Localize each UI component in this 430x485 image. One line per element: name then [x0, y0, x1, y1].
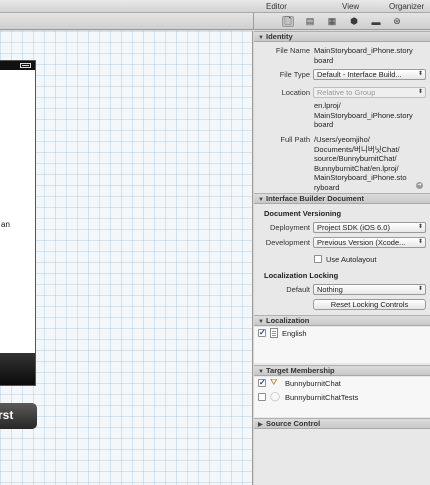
inspector-selector-bar: 🗋 ▤ ▦ ⬢ ▬ ⊛	[0, 13, 430, 30]
popup-arrows-icon: ⬍	[417, 286, 423, 292]
target-item-label: BunnyburnitChat	[285, 379, 341, 388]
divider	[253, 13, 254, 30]
english-checkbox[interactable]: ✓	[258, 329, 266, 337]
disclosure-open-icon: ▼	[258, 35, 264, 41]
disclosure-closed-icon: ▶	[258, 422, 263, 428]
location-label: Location	[281, 88, 310, 97]
location-value: Relative to Group	[317, 89, 376, 97]
file-inspector-icon[interactable]: 🗋	[282, 16, 294, 27]
size-inspector-icon[interactable]: ▬	[370, 16, 382, 27]
file-name-label: File Name	[275, 46, 310, 55]
localization-item-label: English	[282, 329, 307, 338]
localization-header-label: Localization	[266, 316, 310, 325]
disclosure-open-icon: ▼	[258, 369, 264, 375]
location-popup[interactable]: Relative to Group ⬍	[313, 87, 426, 98]
identity-header-label: Identity	[266, 32, 293, 41]
full-path-line: source/BunnyburnitChat/	[314, 154, 397, 163]
test-target-icon: ◯	[270, 391, 281, 401]
document-versioning-label: Document Versioning	[264, 209, 342, 218]
popup-arrows-icon: ⬍	[417, 71, 423, 77]
reset-locking-controls-button[interactable]: Reset Locking Controls	[313, 299, 426, 310]
window-toolbar: Editor View Organizer	[0, 0, 430, 13]
file-name-line: MainStoryboard_iPhone.story	[314, 46, 413, 55]
full-path-line: BunnyburnitChat/en.lproj/	[314, 163, 399, 173]
file-name-value[interactable]: MainStoryboard_iPhone.story board	[314, 46, 413, 65]
development-popup[interactable]: Previous Version (Xcode... ⬍	[313, 237, 426, 248]
localization-list	[254, 327, 430, 363]
iphone-scene[interactable]: an	[0, 60, 36, 386]
full-path-line: Documents/버니버닛Chat/	[314, 144, 400, 154]
full-path-value: /Users/yeomjiho/ Documents/버니버닛Chat/ sou…	[314, 135, 407, 192]
source-control-section-header[interactable]: ▶ Source Control	[254, 418, 430, 429]
popup-arrows-icon: ⬍	[417, 89, 423, 95]
organizer-label: Organizer	[389, 2, 425, 11]
quick-help-icon[interactable]: ▤	[304, 16, 316, 27]
target-membership-section-header[interactable]: ▼ Target Membership	[254, 365, 430, 376]
identity-section-header[interactable]: ▼ Identity	[254, 31, 430, 42]
attributes-inspector-icon[interactable]: ⬢	[348, 16, 360, 27]
full-path-line: ryboard	[314, 182, 340, 192]
full-path-label: Full Path	[280, 135, 310, 144]
target-membership-header-label: Target Membership	[266, 366, 335, 375]
source-control-header-label: Source Control	[266, 419, 321, 428]
file-type-value: Default - Interface Build...	[317, 71, 402, 79]
identity-inspector-icon[interactable]: ▦	[326, 16, 338, 27]
file-type-popup[interactable]: Default - Interface Build... ⬍	[313, 69, 426, 80]
status-bar	[0, 61, 35, 70]
popup-arrows-icon: ⬍	[417, 239, 423, 245]
connections-inspector-icon[interactable]: ⊛	[391, 16, 403, 27]
toolbar-bar	[0, 353, 35, 385]
view-label: View	[342, 2, 360, 11]
location-path-line: board	[314, 120, 334, 129]
locking-default-value: Nothing	[317, 286, 343, 294]
deployment-value: Project SDK (iOS 6.0)	[317, 224, 390, 232]
target-tests-checkbox[interactable]	[258, 393, 266, 401]
scene-label: an	[1, 220, 10, 229]
development-value: Previous Version (Xcode...	[317, 239, 406, 247]
battery-icon	[20, 63, 31, 68]
target-app-checkbox[interactable]: ✓	[258, 379, 266, 387]
disclosure-open-icon: ▼	[258, 197, 264, 203]
deployment-popup[interactable]: Project SDK (iOS 6.0) ⬍	[313, 222, 426, 233]
scene-button[interactable]: rst	[0, 403, 37, 429]
development-label: Development	[265, 238, 310, 247]
full-path-line: MainStoryboard_iPhone.sto	[314, 173, 407, 182]
strings-file-icon	[270, 328, 278, 338]
autolayout-label: Use Autolayout	[326, 255, 377, 264]
localization-locking-label: Localization Locking	[264, 271, 339, 280]
full-path-line: /Users/yeomjiho/	[314, 135, 370, 144]
editor-label: Editor	[266, 2, 287, 11]
file-type-label: File Type	[279, 70, 310, 79]
autolayout-checkbox[interactable]	[314, 255, 322, 263]
popup-arrows-icon: ⬍	[417, 224, 423, 230]
deployment-label: Deployment	[269, 223, 310, 232]
localization-section-header[interactable]: ▼ Localization	[254, 315, 430, 326]
ib-document-header-label: Interface Builder Document	[266, 194, 364, 203]
file-name-line: board	[314, 55, 334, 65]
storyboard-canvas[interactable]: an rst	[0, 31, 253, 485]
app-target-icon: ⛛	[270, 377, 278, 387]
location-path: en.lproj/ MainStoryboard_iPhone.story bo…	[314, 101, 413, 130]
file-inspector: ▼ Identity File Name MainStoryboard_iPhon…	[254, 31, 430, 485]
reveal-in-finder-icon[interactable]: ➜	[416, 182, 423, 189]
default-label: Default	[286, 285, 310, 294]
location-path-line: MainStoryboard_iPhone.story	[314, 110, 413, 120]
target-item-label: BunnyburnitChatTests	[285, 393, 359, 402]
ib-document-section-header[interactable]: ▼ Interface Builder Document	[254, 193, 430, 204]
location-path-line: en.lproj/	[314, 101, 341, 110]
disclosure-open-icon: ▼	[258, 319, 264, 325]
locking-default-popup[interactable]: Nothing ⬍	[313, 284, 426, 295]
